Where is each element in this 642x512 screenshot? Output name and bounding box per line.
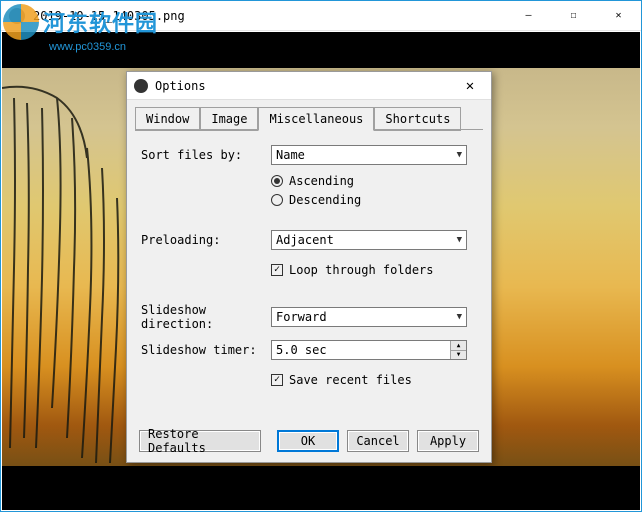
dialog-icon [134,79,148,93]
dialog-close-button[interactable]: ✕ [449,72,491,100]
dialog-buttons: Restore Defaults OK Cancel Apply [127,430,491,452]
slideshow-dir-label: Slideshow direction: [141,303,271,331]
preloading-label: Preloading: [141,233,271,247]
tab-image[interactable]: Image [200,107,258,131]
checkbox-save-recent[interactable]: ✓ Save recent files [271,373,477,387]
radio-icon [271,175,283,187]
spinner-down-icon[interactable]: ▼ [451,351,466,360]
maximize-button[interactable]: ☐ [551,1,596,31]
sort-select[interactable]: Name ▼ [271,145,467,165]
cancel-button[interactable]: Cancel [347,430,409,452]
save-recent-label: Save recent files [289,373,412,387]
chevron-down-icon: ▼ [457,150,462,160]
radio-icon [271,194,283,206]
watermark-text: 河东软件园 [43,6,158,38]
checkbox-loop[interactable]: ✓ Loop through folders [271,263,477,277]
slideshow-timer-input[interactable]: 5.0 sec ▲ ▼ [271,340,467,360]
preloading-select[interactable]: Adjacent ▼ [271,230,467,250]
tab-panel-miscellaneous: Sort files by: Name ▼ Ascending [127,130,491,407]
restore-defaults-button[interactable]: Restore Defaults [139,430,261,452]
watermark-logo-icon [3,4,39,40]
check-icon: ✓ [271,374,283,386]
radio-ascending-label: Ascending [289,174,354,188]
radio-descending-label: Descending [289,193,361,207]
slideshow-dir-value: Forward [276,310,327,324]
main-window: 2019-10-15_140305.png — ☐ ✕ [0,0,642,512]
sort-value: Name [276,148,305,162]
dialog-title: Options [155,79,449,93]
spinner-up-icon[interactable]: ▲ [451,341,466,351]
sort-label: Sort files by: [141,148,271,162]
minimize-button[interactable]: — [506,1,551,31]
dialog-titlebar: Options ✕ [127,72,491,100]
apply-button[interactable]: Apply [417,430,479,452]
options-dialog: Options ✕ Window Image Miscellaneous Sho… [126,71,492,463]
slideshow-timer-label: Slideshow timer: [141,343,271,357]
radio-descending[interactable]: Descending [271,193,477,207]
tab-window[interactable]: Window [135,107,200,131]
watermark-url: www.pc0359.cn [49,41,126,53]
tab-shortcuts[interactable]: Shortcuts [374,107,461,131]
loop-label: Loop through folders [289,263,434,277]
tab-miscellaneous[interactable]: Miscellaneous [258,107,374,131]
slideshow-dir-select[interactable]: Forward ▼ [271,307,467,327]
tabs: Window Image Miscellaneous Shortcuts [127,100,491,130]
radio-ascending[interactable]: Ascending [271,174,477,188]
ok-button[interactable]: OK [277,430,339,452]
chevron-down-icon: ▼ [457,312,462,322]
preloading-value: Adjacent [276,233,334,247]
check-icon: ✓ [271,264,283,276]
watermark: 河东软件园 [3,3,203,41]
chevron-down-icon: ▼ [457,235,462,245]
close-button[interactable]: ✕ [596,1,641,31]
slideshow-timer-value: 5.0 sec [272,341,450,359]
